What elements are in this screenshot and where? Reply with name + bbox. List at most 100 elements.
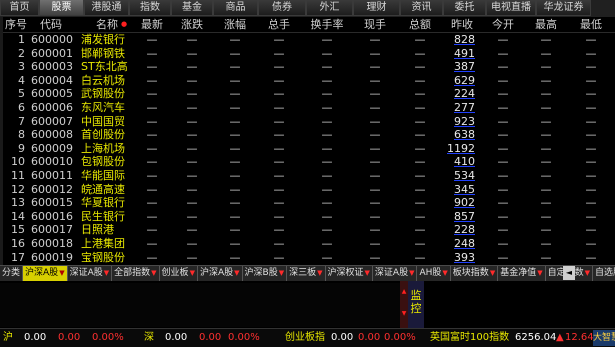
- category-tab-1[interactable]: 分类: [0, 266, 24, 281]
- table-row[interactable]: 16 600018 上港集团 — — — — — — — — — — 248: [3, 237, 615, 251]
- detail-panel: [0, 283, 400, 327]
- nav-tab-12[interactable]: 电视直播: [486, 0, 536, 16]
- nav-tab-5[interactable]: 基金: [171, 0, 213, 16]
- table-row[interactable]: 1 600000 浦发银行 — — — — — — — — — — 828: [3, 33, 615, 47]
- table-row[interactable]: 15 600017 日照港 — — — — — — — — — — 228: [3, 223, 615, 237]
- column-header-5[interactable]: 涨跌: [171, 17, 213, 32]
- category-tab-3[interactable]: 深证A股▼: [68, 266, 113, 281]
- empty-value: —: [585, 141, 597, 155]
- dropdown-arrow-icon[interactable]: ▼: [279, 269, 284, 277]
- dropdown-arrow-icon[interactable]: ▼: [234, 269, 239, 277]
- column-header-2[interactable]: 代码: [31, 17, 71, 32]
- category-tab-8[interactable]: 深三板▼: [287, 266, 326, 281]
- cyb-index-pct: 0.00%: [384, 332, 416, 343]
- category-tab-10[interactable]: 深证A股▼: [373, 266, 418, 281]
- nav-tab-10[interactable]: 资讯: [400, 0, 443, 16]
- table-row[interactable]: 14 600016 民生银行 — — — — — — — — — — 857: [3, 210, 615, 224]
- ftse-index-label[interactable]: 英国富时100指数: [430, 329, 509, 347]
- category-tab-12[interactable]: 板块指数▼: [451, 266, 499, 281]
- table-row[interactable]: 13 600015 华夏银行 — — — — — — — — — — 902: [3, 196, 615, 210]
- column-header-1[interactable]: 序号: [3, 17, 29, 32]
- empty-value: —: [229, 73, 241, 87]
- table-row[interactable]: 10 600010 包钢股份 — — — — — — — — — — 410: [3, 155, 615, 169]
- table-row[interactable]: 6 600006 东风汽车 — — — — — — — — — — 277: [3, 101, 615, 115]
- dropdown-arrow-icon[interactable]: ▼: [442, 269, 447, 277]
- tabs-scroll-left-icon[interactable]: ◄: [563, 266, 575, 280]
- nav-tab-11[interactable]: 委托: [443, 0, 486, 16]
- dropdown-arrow-icon[interactable]: ▼: [59, 269, 64, 277]
- dropdown-arrow-icon[interactable]: ▼: [151, 269, 156, 277]
- category-tab-5[interactable]: 创业板▼: [160, 266, 198, 281]
- table-row[interactable]: 2 600001 邯郸钢铁 — — — — — — — — — — 491: [3, 47, 615, 61]
- column-header-14[interactable]: 最低: [569, 17, 613, 32]
- nav-tab-7[interactable]: 债券: [258, 0, 306, 16]
- empty-value: —: [229, 155, 241, 169]
- nav-tab-1[interactable]: 首页: [0, 0, 39, 16]
- category-tab-9[interactable]: 沪深权证▼: [326, 266, 373, 281]
- prev-close: 224: [454, 87, 475, 101]
- nav-tab-2[interactable]: 股票: [39, 0, 84, 16]
- table-row[interactable]: 12 600012 皖通高速 — — — — — — — — — — 345: [3, 183, 615, 197]
- column-header-8[interactable]: 换手率: [303, 17, 351, 32]
- prev-close: 534: [454, 169, 475, 182]
- table-row[interactable]: 5 600005 武钢股份 — — — — — — — — — — 224: [3, 87, 615, 101]
- dropdown-arrow-icon[interactable]: ▼: [537, 269, 542, 277]
- nav-tab-4[interactable]: 指数: [129, 0, 171, 16]
- category-tab-4[interactable]: 全部指数▼: [112, 266, 160, 281]
- nav-tab-6[interactable]: 商品: [213, 0, 258, 16]
- empty-value: —: [186, 182, 198, 196]
- empty-value: —: [146, 46, 158, 60]
- table-row[interactable]: 17 600019 宝钢股份 — — — — — — — — — — 393: [3, 251, 615, 265]
- stock-name: 华能国际: [81, 169, 125, 182]
- category-tab-label: 沪深权证: [327, 268, 364, 278]
- sh-index-label[interactable]: 沪: [3, 329, 13, 347]
- stock-name: 邯郸钢铁: [81, 46, 125, 60]
- column-header-10[interactable]: 总额: [399, 17, 441, 32]
- category-tab-6[interactable]: 沪深A股▼: [198, 266, 243, 281]
- category-tab-15[interactable]: 自选股▼: [593, 266, 615, 281]
- nav-tab-13[interactable]: 华龙证券: [536, 0, 591, 16]
- dropdown-arrow-icon[interactable]: ▼: [104, 269, 109, 277]
- category-tab-label: 全部指数: [114, 268, 151, 278]
- splitter-up-icon[interactable]: ▲: [401, 289, 407, 295]
- empty-value: —: [585, 223, 597, 237]
- sh-index-pct: 0.00%: [92, 332, 124, 343]
- panel-splitter[interactable]: ▲ ▼: [400, 281, 408, 328]
- nav-tab-9[interactable]: 理财: [353, 0, 400, 16]
- table-row[interactable]: 7 600007 中国国贸 — — — — — — — — — — 923: [3, 115, 615, 129]
- table-row[interactable]: 8 600008 首创股份 — — — — — — — — — — 638: [3, 128, 615, 142]
- cyb-index-label[interactable]: 创业板指: [285, 329, 325, 347]
- empty-value: —: [186, 73, 198, 87]
- dropdown-arrow-icon[interactable]: ▼: [409, 269, 414, 277]
- table-row[interactable]: 9 600009 上海机场 — — — — — — — — — — 1192: [3, 142, 615, 156]
- column-header-9[interactable]: 现手: [353, 17, 397, 32]
- dropdown-arrow-icon[interactable]: ▼: [190, 269, 195, 277]
- row-index: 10: [11, 155, 25, 169]
- nav-tab-3[interactable]: 港股通: [84, 0, 129, 16]
- splitter-down-icon[interactable]: ▼: [401, 311, 407, 317]
- category-tab-13[interactable]: 基金净值▼: [498, 266, 546, 281]
- column-header-13[interactable]: 最高: [525, 17, 567, 32]
- table-row[interactable]: 3 600003 ST东北高 — — — — — — — — — — 387: [3, 60, 615, 74]
- column-header-11[interactable]: 昨收: [443, 17, 481, 32]
- column-header-4[interactable]: 最新: [135, 17, 169, 32]
- row-index: 7: [18, 114, 25, 128]
- empty-value: —: [540, 60, 552, 74]
- dropdown-arrow-icon[interactable]: ▼: [317, 269, 322, 277]
- monitor-tab[interactable]: 监控: [408, 281, 424, 328]
- category-tab-11[interactable]: AH股▼: [417, 266, 451, 281]
- nav-tab-8[interactable]: 外汇: [306, 0, 353, 16]
- category-tab-7[interactable]: 沪深B股▼: [243, 266, 288, 281]
- empty-value: —: [186, 101, 198, 114]
- category-tab-2[interactable]: 沪深A股▼: [23, 266, 68, 281]
- dropdown-arrow-icon[interactable]: ▼: [490, 269, 495, 277]
- column-header-7[interactable]: 总手: [257, 17, 301, 32]
- sz-index-label[interactable]: 深: [144, 329, 154, 347]
- column-header-6[interactable]: 涨幅: [215, 17, 255, 32]
- dropdown-arrow-icon[interactable]: ▼: [585, 269, 590, 277]
- sz-index-change: 0.00: [199, 332, 222, 343]
- dropdown-arrow-icon[interactable]: ▼: [365, 269, 370, 277]
- table-row[interactable]: 11 600011 华能国际 — — — — — — — — — — 534: [3, 169, 615, 183]
- column-header-12[interactable]: 今开: [483, 17, 523, 32]
- table-row[interactable]: 4 600004 白云机场 — — — — — — — — — — 629: [3, 74, 615, 88]
